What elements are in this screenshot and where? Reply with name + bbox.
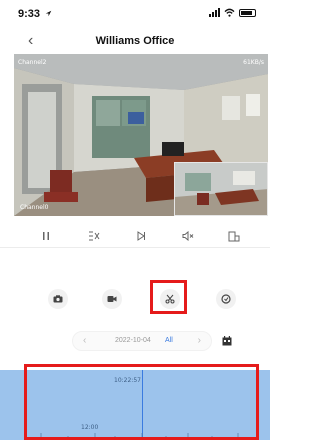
signal-icon: [209, 8, 220, 17]
mute-icon[interactable]: [182, 231, 194, 241]
timeline-highlight-box: [24, 364, 259, 440]
mute-button[interactable]: [180, 228, 196, 244]
video-player[interactable]: Channel2 61KB/s Channel0: [14, 54, 268, 216]
filter-all-link[interactable]: All: [165, 337, 173, 344]
playback-mode-button[interactable]: [133, 228, 149, 244]
action-buttons: [0, 284, 270, 314]
playback-history-icon[interactable]: [221, 294, 231, 304]
pause-button[interactable]: [38, 228, 54, 244]
speed-button[interactable]: [86, 228, 102, 244]
clock-text: 9:33: [18, 8, 41, 20]
next-date-button[interactable]: ›: [198, 335, 201, 346]
channel-label: Channel2: [18, 59, 47, 66]
battery-icon: [239, 8, 256, 17]
date-text: 2022-10-04: [115, 337, 151, 344]
record-button[interactable]: [102, 289, 122, 309]
video-record-icon[interactable]: [107, 295, 117, 303]
location-arrow-icon: [45, 10, 52, 17]
camera-icon[interactable]: [53, 295, 63, 303]
screenshot-button[interactable]: [48, 289, 68, 309]
scissors-highlight-box: [150, 280, 187, 314]
pause-icon[interactable]: [41, 231, 51, 241]
pip-channel-label: Channel0: [20, 204, 49, 211]
pip-camera-feed[interactable]: [174, 162, 268, 216]
status-bar: 9:33: [0, 0, 270, 28]
nav-bar: ‹ Williams Office: [0, 30, 270, 52]
playback-controls: [0, 224, 270, 248]
fullscreen-icon[interactable]: [228, 231, 240, 242]
prev-date-button[interactable]: ‹: [83, 335, 86, 346]
page-title: Williams Office: [95, 35, 175, 47]
calendar-icon[interactable]: [222, 336, 232, 346]
status-time: 9:33: [18, 8, 52, 20]
fullscreen-button[interactable]: [226, 228, 242, 244]
status-icons: [209, 8, 256, 17]
playback-mode-icon[interactable]: [136, 231, 146, 241]
date-selector: ‹ 2022-10-04 All ›: [72, 331, 212, 351]
speed-icon[interactable]: [88, 231, 100, 241]
wifi-icon: [224, 8, 235, 17]
pip-feed-image: [175, 163, 267, 215]
history-button[interactable]: [216, 289, 236, 309]
bitrate-label: 61KB/s: [243, 59, 264, 66]
